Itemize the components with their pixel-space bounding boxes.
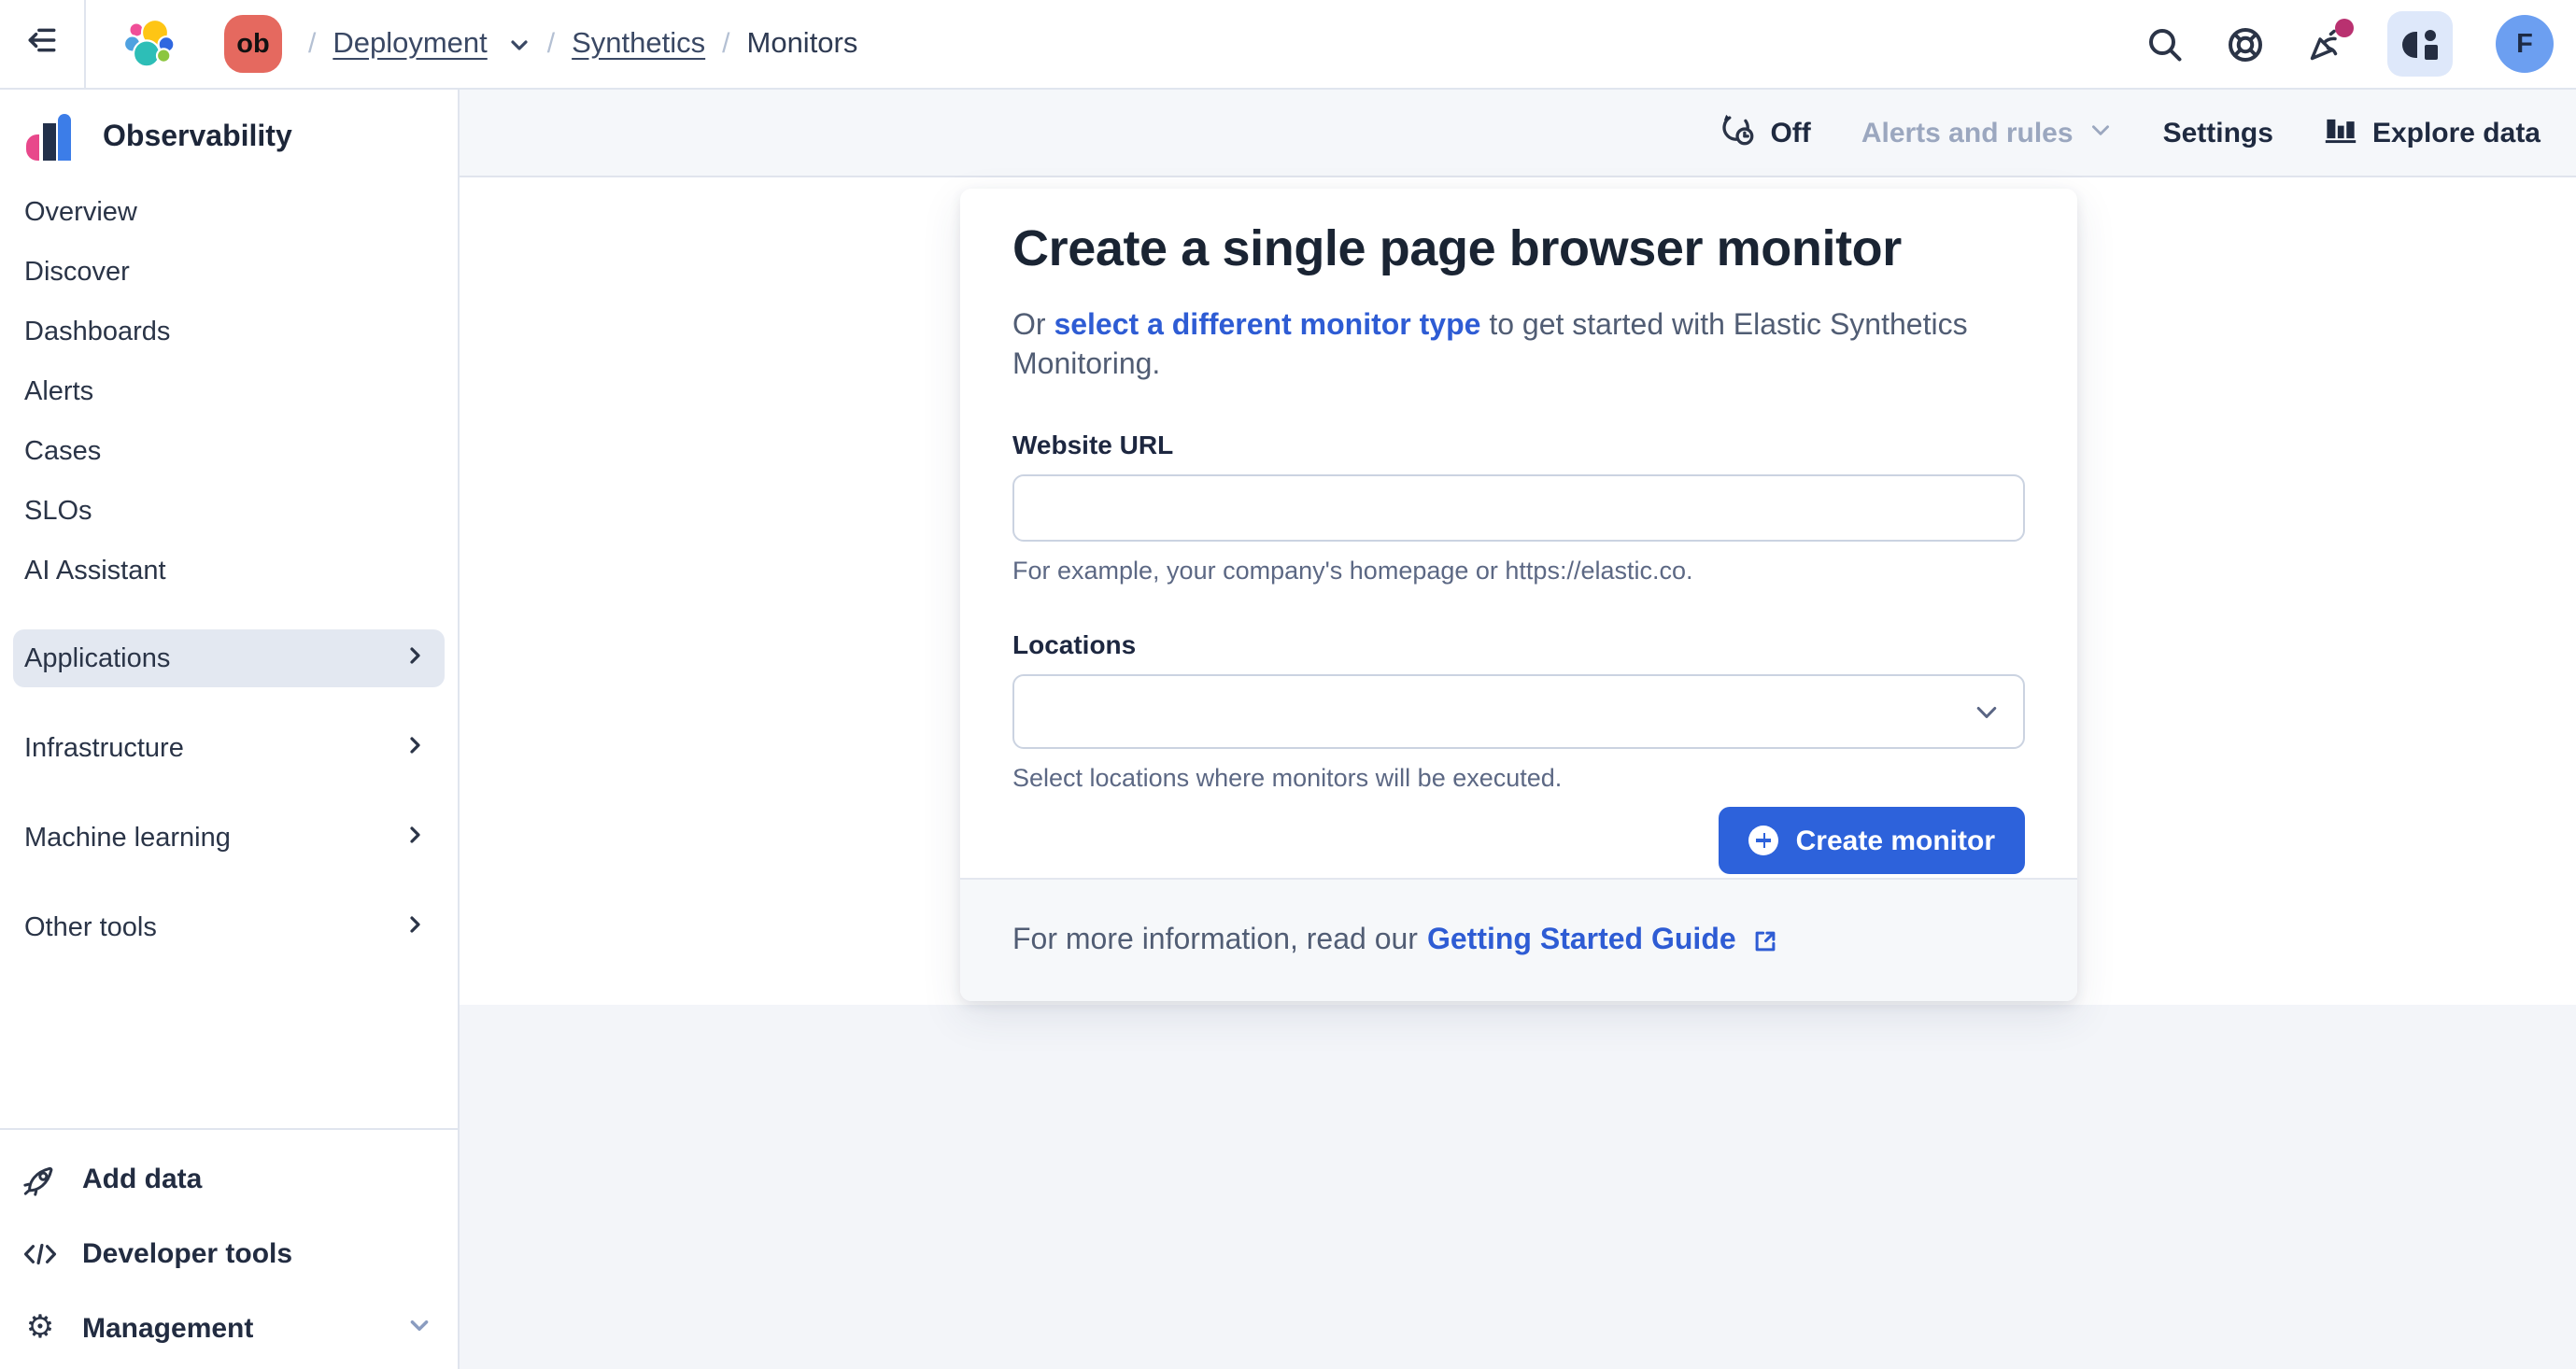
time-refresh-icon [1720,111,1755,154]
rocket-icon [22,1161,58,1196]
create-monitor-button[interactable]: Create monitor [1720,807,2025,874]
sidebar-item-alerts[interactable]: Alerts [0,362,458,422]
chevron-down-icon [407,1312,432,1344]
external-link-icon [1753,927,1779,953]
breadcrumb-separator: / [722,28,729,60]
sidebar-item-developer-tools[interactable]: Developer tools [0,1216,458,1291]
sidebar-group-applications[interactable]: Applications [13,629,445,687]
collapse-sidebar-button[interactable] [0,0,86,88]
select-different-monitor-type-link[interactable]: select a different monitor type [1054,310,1480,342]
sidebar-footer: Add data Developer tools ⚙ Management [0,1128,458,1365]
card-footer: For more information, read our Getting S… [960,878,2077,1001]
sidebar-nav: Overview Discover Dashboards Alerts Case… [0,183,458,956]
chevron-down-icon [1973,699,2001,736]
sidebar-header: Observability [0,90,458,164]
sidebar-item-slos[interactable]: SLOs [0,482,458,542]
sidebar-item-add-data[interactable]: Add data [0,1141,458,1216]
locations-label: Locations [1012,629,2025,659]
sidebar-item-dashboards[interactable]: Dashboards [0,303,458,362]
help-icon[interactable] [2227,25,2264,63]
observability-logo-icon [24,113,77,163]
news-icon[interactable] [2307,25,2344,63]
plus-circle-icon [1749,826,1779,855]
main-content: Off Alerts and rules Settings [460,90,2576,1369]
sidebar-group-machine-learning[interactable]: Machine learning [13,809,445,867]
chevron-down-icon[interactable] [508,33,531,55]
locations-help-text: Select locations where monitors will be … [1012,764,2025,792]
avatar[interactable]: F [2496,15,2554,73]
chevron-right-icon [403,733,426,763]
chevron-right-icon [403,912,426,942]
gear-icon: ⚙ [22,1310,58,1346]
sidebar-group-other-tools[interactable]: Other tools [13,898,445,956]
create-monitor-card: Create a single page browser monitor Or … [960,189,2077,1001]
sidebar-title: Observability [103,121,292,155]
topbar-actions: F [2146,11,2576,77]
page-background-lower [460,1005,2576,1369]
notification-dot [2335,18,2354,36]
bar-chart-icon [2324,112,2357,153]
breadcrumb-separator: / [308,28,316,60]
breadcrumb-deployment[interactable]: Deployment [333,27,487,61]
sidebar-item-cases[interactable]: Cases [0,422,458,482]
breadcrumb-separator: / [547,28,555,60]
page-toolbar: Off Alerts and rules Settings [460,90,2576,177]
sidebar-item-overview[interactable]: Overview [0,183,458,243]
explore-data-button[interactable]: Explore data [2324,112,2541,153]
website-url-help-text: For example, your company's homepage or … [1012,557,2025,585]
breadcrumb: / Deployment / Synthetics / Monitors [308,27,857,61]
breadcrumb-synthetics[interactable]: Synthetics [572,27,705,61]
code-icon [22,1235,58,1271]
sidebar-item-ai-assistant[interactable]: AI Assistant [0,542,458,601]
getting-started-guide-link[interactable]: Getting Started Guide [1427,924,1736,957]
website-url-input[interactable] [1012,474,2025,542]
space-badge[interactable]: ob [224,15,282,73]
chevron-right-icon [403,643,426,673]
chevron-right-icon [403,823,426,853]
sidebar-group-infrastructure[interactable]: Infrastructure [13,719,445,777]
sidebar-item-management[interactable]: ⚙ Management [0,1291,458,1365]
chevron-down-icon [2088,117,2113,148]
apps-glyph [2402,29,2438,59]
breadcrumb-monitors: Monitors [747,27,858,61]
menu-collapse-icon [26,23,58,64]
search-icon[interactable] [2146,25,2184,63]
website-url-label: Website URL [1012,430,2025,459]
locations-select[interactable] [1012,674,2025,749]
settings-button[interactable]: Settings [2163,117,2273,148]
card-subtitle: Or select a different monitor type to ge… [1012,306,2025,385]
sidebar-item-discover[interactable]: Discover [0,243,458,303]
apps-icon[interactable] [2387,11,2453,77]
auto-refresh-button[interactable]: Off [1720,111,1810,154]
app-root: ob / Deployment / Synthetics / Monitors [0,0,2576,1369]
alerts-and-rules-menu[interactable]: Alerts and rules [1861,117,2113,148]
top-navigation-bar: ob / Deployment / Synthetics / Monitors [0,0,2576,90]
sidebar: Observability Overview Discover Dashboar… [0,90,460,1369]
elastic-logo[interactable] [123,18,176,70]
page-title: Create a single page browser monitor [1012,219,2025,280]
